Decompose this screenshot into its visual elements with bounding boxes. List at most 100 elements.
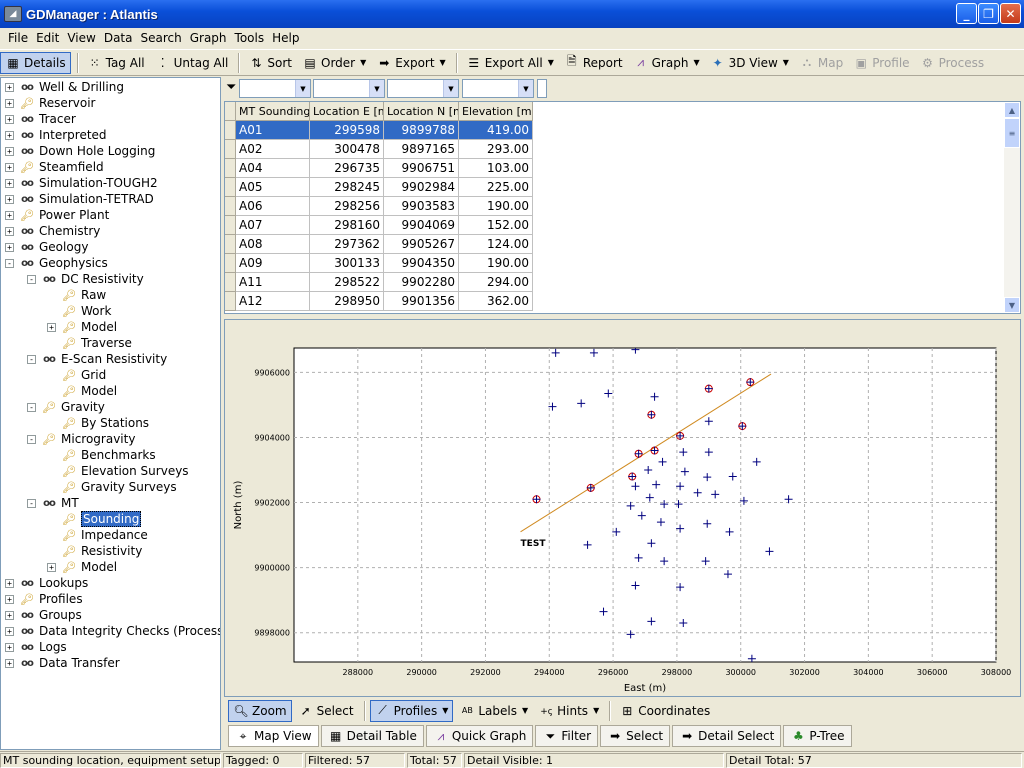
tree-item[interactable]: + oo Logs <box>5 639 67 655</box>
table-cell[interactable]: A01 <box>236 121 310 140</box>
table-cell[interactable]: A02 <box>236 140 310 159</box>
table-cell[interactable]: 298245 <box>310 178 384 197</box>
tree-item[interactable]: + oo Simulation-TETRAD <box>5 191 154 207</box>
collapse-icon[interactable]: - <box>27 434 36 444</box>
row-selector[interactable] <box>225 159 236 178</box>
expand-icon[interactable]: + <box>47 322 56 332</box>
expand-icon[interactable]: + <box>5 178 14 188</box>
table-cell[interactable]: 124.00 <box>459 235 533 254</box>
table-row[interactable]: A01 299598 9899788 419.00 <box>225 121 533 140</box>
table-cell[interactable]: A08 <box>236 235 310 254</box>
filter-combo-sounding[interactable]: ▼ <box>239 79 311 98</box>
untag-all-button[interactable]: ⁚ Untag All <box>151 52 233 74</box>
table-cell[interactable]: 293.00 <box>459 140 533 159</box>
collapse-icon[interactable]: - <box>27 354 36 364</box>
tree-item[interactable]: 🔑︎ By Stations <box>47 415 149 431</box>
tree-item[interactable]: + 🔑︎ Reservoir <box>5 95 95 111</box>
tree-item[interactable]: + oo Data Transfer <box>5 655 120 671</box>
menu-help[interactable]: Help <box>268 31 303 45</box>
scroll-down-button[interactable]: ▼ <box>1004 297 1020 313</box>
tree-item[interactable]: 🔑︎ Gravity Surveys <box>47 479 177 495</box>
menu-file[interactable]: File <box>4 31 32 45</box>
table-cell[interactable]: 9897165 <box>384 140 459 159</box>
filter-combo-location-e[interactable]: ▼ <box>313 79 385 98</box>
tree-item[interactable]: - oo MT <box>27 495 79 511</box>
table-cell[interactable]: A12 <box>236 292 310 311</box>
tree-item[interactable]: 🔑︎ Raw <box>47 287 106 303</box>
table-cell[interactable]: A04 <box>236 159 310 178</box>
expand-icon[interactable]: + <box>5 626 14 636</box>
coordinates-button[interactable]: ⊞ Coordinates <box>615 700 714 722</box>
filter-combo-location-n[interactable]: ▼ <box>387 79 459 98</box>
table-cell[interactable]: 152.00 <box>459 216 533 235</box>
menu-data[interactable]: Data <box>100 31 137 45</box>
collapse-icon[interactable]: - <box>27 498 36 508</box>
tree-item[interactable]: + 🔑︎ Model <box>47 319 117 335</box>
export-all-button[interactable]: ☰ Export All ▼ <box>462 52 558 74</box>
table-row[interactable]: A07 298160 9904069 152.00 <box>225 216 533 235</box>
tree-item[interactable]: - oo Geophysics <box>5 255 108 271</box>
scatter-plot[interactable]: 288000 290000 292000 294000 296000 298000 3000… <box>225 320 1020 696</box>
table-cell[interactable]: A05 <box>236 178 310 197</box>
row-selector[interactable] <box>225 121 236 140</box>
menu-tools[interactable]: Tools <box>231 31 269 45</box>
table-cell[interactable]: A11 <box>236 273 310 292</box>
tab-filter[interactable]: ⏷ Filter <box>535 725 599 747</box>
table-row[interactable]: A02 300478 9897165 293.00 <box>225 140 533 159</box>
expand-icon[interactable]: + <box>5 146 14 156</box>
expand-icon[interactable]: + <box>5 82 14 92</box>
tree-item[interactable]: + oo Down Hole Logging <box>5 143 155 159</box>
details-button[interactable]: ▦ Details <box>0 51 71 74</box>
table-cell[interactable]: 9902984 <box>384 178 459 197</box>
tree-item[interactable]: + oo Well & Drilling <box>5 79 124 95</box>
column-header[interactable]: Elevation [m] <box>459 102 533 121</box>
table-cell[interactable]: 9902280 <box>384 273 459 292</box>
collapse-icon[interactable]: - <box>5 258 14 268</box>
select-tool-button[interactable]: ➚ Select <box>294 700 358 722</box>
table-cell[interactable]: A07 <box>236 216 310 235</box>
table-cell[interactable]: 225.00 <box>459 178 533 197</box>
tree-item[interactable]: 🔑︎ Grid <box>47 367 106 383</box>
title-bar[interactable]: ◢ GDManager : Atlantis _ ❐ ✕ <box>0 0 1024 28</box>
row-selector[interactable] <box>225 197 236 216</box>
table-cell[interactable]: 9905267 <box>384 235 459 254</box>
navigation-tree[interactable]: + oo Well & Drilling + 🔑︎ Reservoir + oo Tracer +… <box>0 77 221 750</box>
expand-icon[interactable]: + <box>5 210 14 220</box>
table-cell[interactable]: 300133 <box>310 254 384 273</box>
expand-icon[interactable]: + <box>5 658 14 668</box>
collapse-icon[interactable]: - <box>27 402 36 412</box>
tab-select[interactable]: ➡ Select <box>600 725 671 747</box>
table-cell[interactable]: 298950 <box>310 292 384 311</box>
expand-icon[interactable]: + <box>5 242 14 252</box>
tab-detail-table[interactable]: ▦ Detail Table <box>320 725 424 747</box>
expand-icon[interactable]: + <box>5 578 14 588</box>
menu-search[interactable]: Search <box>136 31 185 45</box>
column-header[interactable]: MT Sounding <box>236 102 310 121</box>
table-cell[interactable]: 297362 <box>310 235 384 254</box>
3d-view-button[interactable]: ✦ 3D View ▼ <box>706 52 793 74</box>
table-cell[interactable]: 9906751 <box>384 159 459 178</box>
expand-icon[interactable]: + <box>5 226 14 236</box>
tree-item[interactable]: 🔑︎ Traverse <box>47 335 132 351</box>
menu-view[interactable]: View <box>63 31 99 45</box>
expand-icon[interactable]: + <box>5 130 14 140</box>
expand-icon[interactable]: + <box>5 642 14 652</box>
tree-item[interactable]: 🔑︎ Work <box>47 303 111 319</box>
table-cell[interactable]: 9904350 <box>384 254 459 273</box>
column-header[interactable]: Location N [m] <box>384 102 459 121</box>
minimize-button[interactable]: _ <box>956 3 977 24</box>
table-row[interactable]: A04 296735 9906751 103.00 <box>225 159 533 178</box>
table-cell[interactable]: 298256 <box>310 197 384 216</box>
filter-combo-elevation[interactable]: ▼ <box>462 79 534 98</box>
table-cell[interactable]: 190.00 <box>459 197 533 216</box>
table-cell[interactable]: 103.00 <box>459 159 533 178</box>
table-cell[interactable]: 9899788 <box>384 121 459 140</box>
tree-item[interactable]: + oo Groups <box>5 607 82 623</box>
tab-detail-select[interactable]: ➡ Detail Select <box>672 725 782 747</box>
order-button[interactable]: ▤ Order ▼ <box>298 52 370 74</box>
profile-button[interactable]: ▣ Profile <box>849 52 913 74</box>
expand-icon[interactable]: + <box>5 98 14 108</box>
expand-icon[interactable]: + <box>5 162 14 172</box>
tree-item[interactable]: - 🔑︎ Gravity <box>27 399 105 415</box>
tree-item[interactable]: 🔑︎ Resistivity <box>47 543 142 559</box>
